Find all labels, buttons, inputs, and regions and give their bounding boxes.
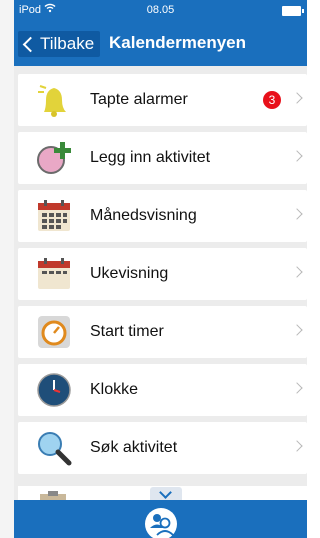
back-button-label: Tilbake	[40, 34, 95, 53]
chevron-left-icon	[22, 36, 39, 52]
clipboard-icon	[40, 491, 66, 500]
chevron-right-icon	[291, 208, 303, 220]
bell-icon	[36, 82, 72, 118]
page-title: Kalendermenyen	[109, 33, 246, 52]
menu-item-search-activity[interactable]: Søk aktivitet	[18, 422, 307, 474]
device-frame: iPod 08.05 Tilbake Kalendermenyen Tapte …	[0, 0, 307, 538]
clock-icon	[36, 372, 72, 408]
calendar-week-icon	[36, 256, 72, 292]
menu-item-label: Legg inn aktivitet	[90, 149, 211, 166]
frame-edge	[0, 0, 14, 538]
chevron-right-icon	[291, 324, 303, 336]
menu-item-label: Søk aktivitet	[90, 439, 178, 456]
menu-list: Tapte alarmer 3 Legg inn aktivitet Måned…	[14, 70, 307, 500]
menu-item-month-view[interactable]: Månedsvisning	[18, 190, 307, 242]
status-bar: iPod 08.05	[14, 0, 307, 22]
search-icon	[36, 430, 72, 466]
chevron-right-icon	[291, 440, 303, 452]
menu-item-label: Ukevisning	[90, 265, 169, 282]
chevron-right-icon	[291, 92, 303, 104]
chevron-right-icon	[291, 266, 303, 278]
app-screen: iPod 08.05 Tilbake Kalendermenyen Tapte …	[14, 0, 307, 538]
notification-badge: 3	[263, 91, 281, 109]
status-time: 08.05	[146, 4, 175, 16]
menu-item-add-activity[interactable]: Legg inn aktivitet	[18, 132, 307, 184]
menu-item-clock[interactable]: Klokke	[18, 364, 307, 416]
chevron-down-icon	[159, 486, 172, 499]
calendar-month-icon	[36, 198, 72, 234]
profile-button[interactable]	[145, 508, 177, 538]
menu-item-label: Tapte alarmer	[90, 91, 188, 108]
user-icon	[150, 514, 174, 536]
menu-item-label: Klokke	[90, 381, 139, 398]
timer-icon	[36, 314, 72, 350]
menu-item-start-timer[interactable]: Start timer	[18, 306, 307, 358]
back-button[interactable]: Tilbake	[18, 31, 101, 57]
menu-item-label: Månedsvisning	[90, 207, 197, 224]
battery-icon	[282, 6, 304, 16]
navigation-bar: Tilbake Kalendermenyen	[14, 22, 307, 66]
menu-item-label: Start timer	[90, 323, 164, 340]
menu-item-missed-alarms[interactable]: Tapte alarmer 3	[18, 74, 307, 126]
add-activity-icon	[36, 140, 72, 176]
chevron-right-icon	[291, 150, 303, 162]
chevron-right-icon	[291, 382, 303, 394]
scroll-down-button[interactable]	[150, 486, 182, 501]
menu-item-week-view[interactable]: Ukevisning	[18, 248, 307, 300]
